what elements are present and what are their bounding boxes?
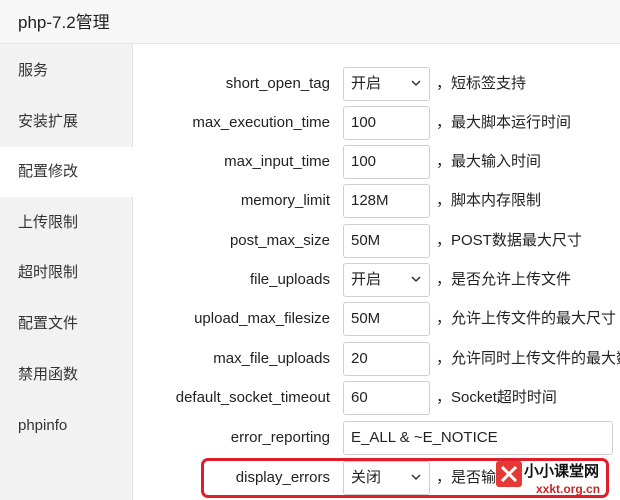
sidebar: 服务 安装扩展 配置修改 上传限制 超时限制 配置文件 禁用函数 phpinfo [0, 44, 134, 500]
setting-description: ，短标签支持 [436, 75, 527, 92]
setting-description: ，POST数据最大尺寸 [436, 232, 582, 249]
window-title: php-7.2管理 [18, 13, 110, 32]
chevron-down-icon [411, 80, 421, 87]
setting-description: ，脚本内存限制 [436, 192, 542, 209]
max-execution-time-input[interactable]: 100 [343, 106, 430, 140]
close-x-logo-icon [496, 461, 522, 487]
setting-row-upload-max-filesize: upload_max_filesize 50M ，允许上传文件的最大尺寸 [133, 302, 620, 336]
sidebar-item-config-edit[interactable]: 配置修改 [0, 147, 134, 197]
setting-label: memory_limit [240, 192, 330, 209]
max-input-time-input[interactable]: 100 [343, 145, 430, 179]
sidebar-item-upload-limit[interactable]: 上传限制 [0, 198, 133, 248]
select-value: 开启 [351, 75, 382, 92]
chevron-down-icon [411, 276, 421, 283]
setting-row-post-max-size: post_max_size 50M ，POST数据最大尺寸 [133, 224, 620, 258]
sidebar-item-timeout-limit[interactable]: 超时限制 [0, 248, 133, 298]
setting-label: file_uploads [249, 271, 330, 288]
setting-row-max-input-time: max_input_time 100 ，最大输入时间 [133, 145, 620, 179]
setting-label: max_execution_time [192, 114, 330, 131]
setting-description: ，是否允许上传文件 [436, 271, 572, 288]
max-file-uploads-input[interactable]: 20 [343, 342, 430, 376]
setting-description: ，允许上传文件的最大尺寸 [436, 310, 617, 327]
setting-row-max-execution-time: max_execution_time 100 ，最大脚本运行时间 [133, 106, 620, 140]
setting-label: post_max_size [229, 232, 330, 249]
setting-label: short_open_tag [225, 75, 330, 92]
default-socket-timeout-input[interactable]: 60 [343, 381, 430, 415]
title-bar: php-7.2管理 [0, 0, 620, 44]
sidebar-item-phpinfo[interactable]: phpinfo [0, 401, 133, 451]
setting-row-memory-limit: memory_limit 128M ，脚本内存限制 [133, 184, 620, 218]
file-uploads-select[interactable]: 开启 [343, 263, 430, 297]
setting-label: error_reporting [230, 429, 330, 446]
setting-row-max-file-uploads: max_file_uploads 20 ，允许同时上传文件的最大数 [133, 342, 620, 376]
setting-description: ，最大脚本运行时间 [436, 114, 572, 131]
sidebar-item-install-extension[interactable]: 安装扩展 [0, 97, 133, 147]
watermark: 小小课堂网 xxkt.org.cn [492, 458, 620, 500]
setting-description: ，Socket超时时间 [436, 389, 557, 406]
post-max-size-input[interactable]: 50M [343, 224, 430, 258]
setting-row-default-socket-timeout: default_socket_timeout 60 ，Socket超时时间 [133, 381, 620, 415]
memory-limit-input[interactable]: 128M [343, 184, 430, 218]
sidebar-item-service[interactable]: 服务 [0, 46, 133, 96]
setting-label: default_socket_timeout [175, 389, 330, 406]
setting-row-short-open-tag: short_open_tag 开启 ，短标签支持 [133, 67, 620, 101]
setting-label: upload_max_filesize [194, 310, 330, 327]
setting-label: max_input_time [224, 153, 330, 170]
sidebar-item-disabled-functions[interactable]: 禁用函数 [0, 350, 133, 400]
setting-row-file-uploads: file_uploads 开启 ，是否允许上传文件 [133, 263, 620, 297]
watermark-url: xxkt.org.cn [536, 482, 601, 496]
short-open-tag-select[interactable]: 开启 [343, 67, 430, 101]
setting-label: max_file_uploads [213, 350, 330, 367]
watermark-text: 小小课堂网 [524, 463, 600, 480]
sidebar-item-config-file[interactable]: 配置文件 [0, 299, 133, 349]
error-reporting-input[interactable]: E_ALL & ~E_NOTICE [343, 421, 613, 455]
upload-max-filesize-input[interactable]: 50M [343, 302, 430, 336]
config-form: short_open_tag 开启 ，短标签支持 max_execution_t… [133, 44, 620, 500]
setting-description: ，允许同时上传文件的最大数 [436, 350, 620, 367]
setting-description: ，最大输入时间 [436, 153, 542, 170]
setting-row-error-reporting: error_reporting E_ALL & ~E_NOTICE [133, 421, 620, 455]
select-value: 开启 [351, 271, 382, 288]
